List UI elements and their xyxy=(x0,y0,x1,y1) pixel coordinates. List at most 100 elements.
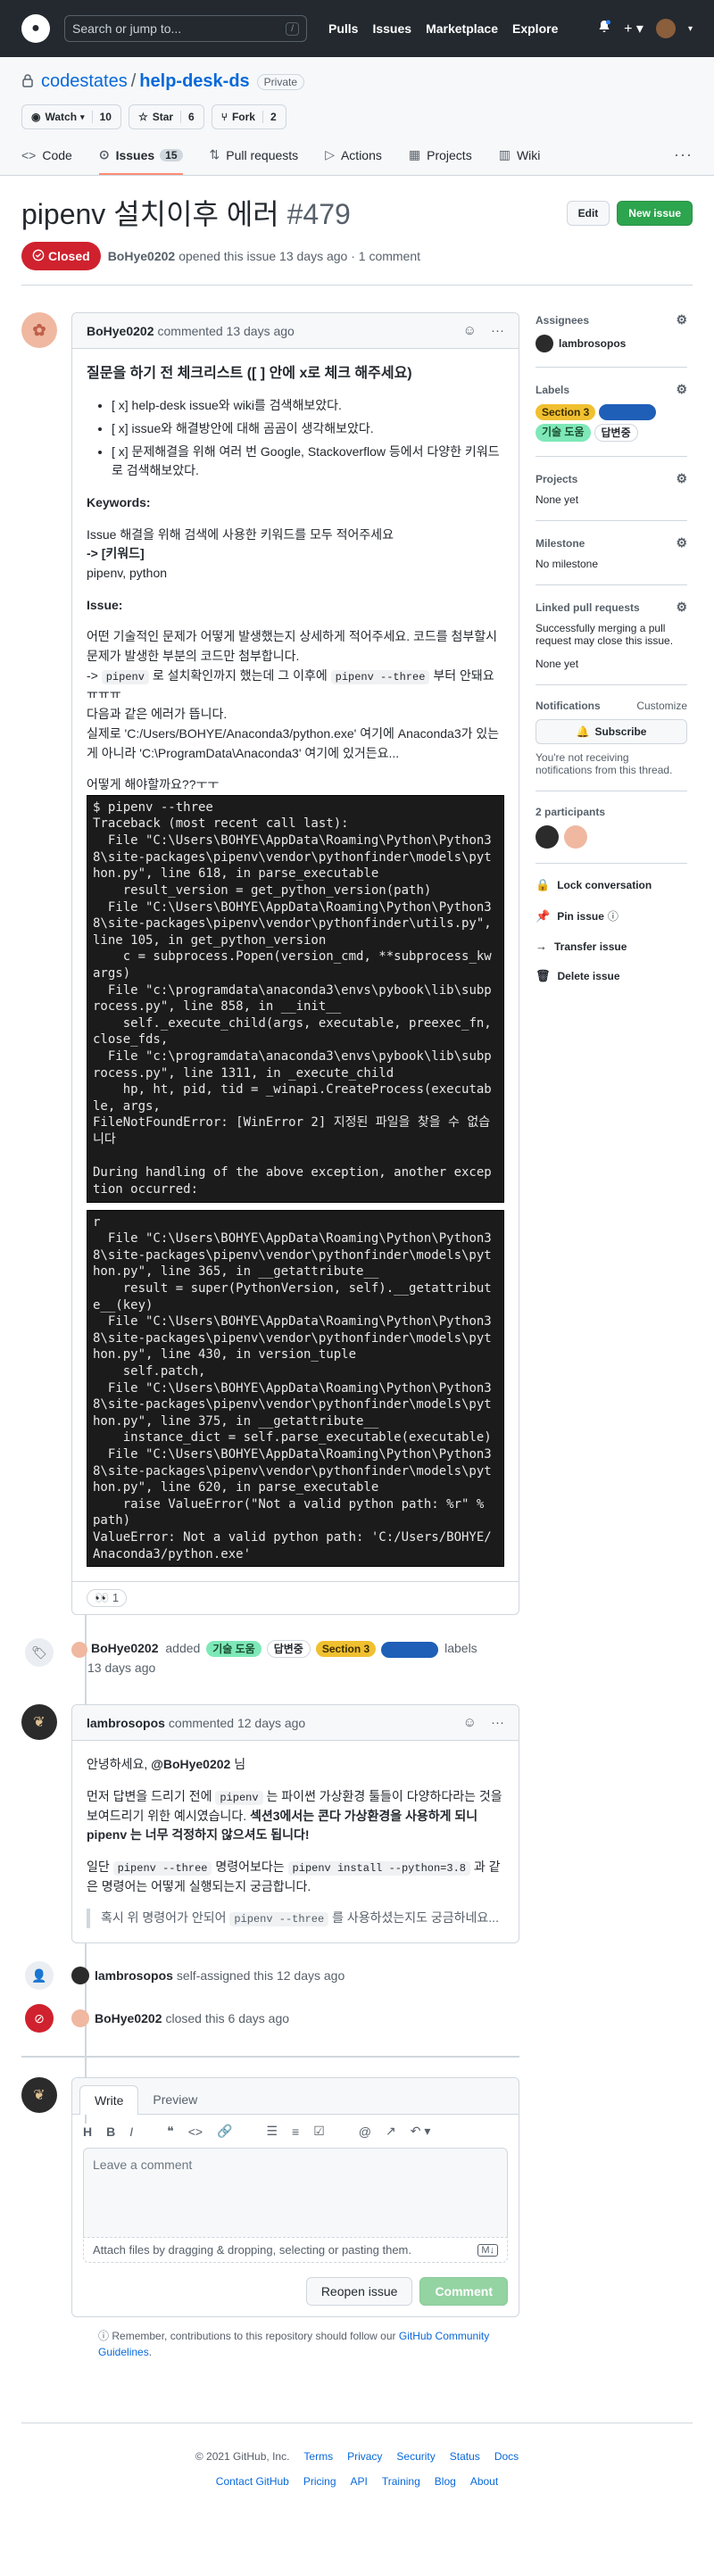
reaction-button[interactable]: 👀 1 xyxy=(87,1589,128,1608)
cross-reference-icon[interactable]: ↗ xyxy=(386,2124,396,2139)
repo-owner-link[interactable]: codestates xyxy=(41,71,128,92)
event-time[interactable]: 13 days ago xyxy=(87,1661,155,1675)
footer-link[interactable]: Pricing xyxy=(303,2475,336,2488)
comment-textarea[interactable]: Leave a comment xyxy=(83,2148,508,2238)
footer-link[interactable]: Security xyxy=(396,2450,435,2463)
sidebar-title[interactable]: Milestone ⚙ xyxy=(536,535,687,551)
customize-link[interactable]: Customize xyxy=(636,700,687,712)
user-mention[interactable]: @BoHye0202 xyxy=(151,1757,230,1771)
fork-count[interactable]: 2 xyxy=(262,111,277,123)
kebab-icon[interactable]: ··· xyxy=(491,323,504,338)
smiley-icon[interactable]: ☺ xyxy=(463,1715,477,1730)
sidebar-title[interactable]: Assignees ⚙ xyxy=(536,312,687,327)
footer-link[interactable]: Terms xyxy=(303,2450,333,2463)
comment-time[interactable]: commented 12 days ago xyxy=(169,1716,305,1730)
bell-icon[interactable] xyxy=(597,20,611,38)
avatar[interactable] xyxy=(536,825,559,849)
task-list-icon[interactable]: ☑ xyxy=(313,2124,325,2139)
markdown-icon[interactable]: M↓ xyxy=(477,2243,498,2257)
footer-link[interactable]: Docs xyxy=(494,2450,519,2463)
label-answering[interactable]: 답변중 xyxy=(266,1640,311,1659)
tab-write[interactable]: Write xyxy=(79,2085,139,2116)
user-avatar[interactable] xyxy=(655,19,676,38)
comment-author[interactable]: lambrosopos xyxy=(87,1716,165,1730)
footer-link[interactable]: Training xyxy=(382,2475,420,2488)
tab-code[interactable]: <> Code xyxy=(21,148,72,175)
star-count[interactable]: 6 xyxy=(180,111,195,123)
watch-button[interactable]: ◉ Watch ▾ 10 xyxy=(21,104,121,129)
event-author[interactable]: BoHye0202 xyxy=(95,2011,162,2025)
tab-preview[interactable]: Preview xyxy=(138,2085,212,2114)
avatar[interactable]: ✿ xyxy=(21,312,57,349)
comment-button[interactable]: Comment xyxy=(419,2277,508,2307)
reopen-issue-button[interactable]: Reopen issue xyxy=(305,2277,413,2307)
watch-count[interactable]: 10 xyxy=(91,111,112,123)
delete-issue-link[interactable]: 🗑 Delete issue xyxy=(536,969,687,983)
caret-down-icon[interactable]: ▾ xyxy=(688,24,693,34)
repo-name-link[interactable]: help-desk-ds xyxy=(139,71,249,92)
search-input[interactable]: Search or jump to... / xyxy=(64,15,307,42)
avatar[interactable] xyxy=(564,825,587,849)
issue-author-link[interactable]: BoHye0202 xyxy=(108,249,176,263)
lock-conversation-link[interactable]: 🔒 Lock conversation xyxy=(536,878,687,892)
comment-author[interactable]: BoHye0202 xyxy=(87,324,154,338)
transfer-issue-link[interactable]: → Transfer issue xyxy=(536,940,687,953)
attach-files-bar[interactable]: Attach files by dragging & dropping, sel… xyxy=(83,2237,508,2264)
avatar[interactable]: ❦ xyxy=(21,1704,57,1741)
gear-icon[interactable]: ⚙ xyxy=(676,382,687,397)
reply-icon[interactable]: ↶ ▾ xyxy=(411,2124,431,2139)
nav-pulls[interactable]: Pulls xyxy=(328,21,358,36)
assignee[interactable]: lambrosopos xyxy=(536,335,687,353)
gear-icon[interactable]: ⚙ xyxy=(676,535,687,551)
mention-icon[interactable]: @ xyxy=(359,2125,371,2139)
bullet-list-icon[interactable]: ☰ xyxy=(266,2124,278,2139)
link-icon[interactable]: 🔗 xyxy=(217,2124,232,2139)
label-section-3[interactable]: Section 3 xyxy=(536,404,596,421)
footer-link[interactable]: Privacy xyxy=(347,2450,382,2463)
heading-icon[interactable]: H xyxy=(83,2125,92,2139)
tab-issues[interactable]: ⊙ Issues 15 xyxy=(98,147,183,175)
sidebar-title[interactable]: Projects ⚙ xyxy=(536,471,687,486)
avatar[interactable] xyxy=(71,1641,87,1658)
italic-icon[interactable]: I xyxy=(129,2125,133,2139)
code-icon[interactable]: <> xyxy=(188,2125,203,2139)
plus-dropdown-icon[interactable]: + ▾ xyxy=(624,20,643,37)
kebab-icon[interactable]: ··· xyxy=(491,1715,504,1730)
nav-marketplace[interactable]: Marketplace xyxy=(426,21,498,36)
label-answering[interactable]: 답변중 xyxy=(594,424,638,443)
numbered-list-icon[interactable]: ≡ xyxy=(292,2125,299,2139)
label-tech-help[interactable]: 기술 도움 xyxy=(206,1641,262,1658)
footer-link[interactable]: API xyxy=(351,2475,368,2488)
footer-link[interactable]: Contact GitHub xyxy=(216,2475,289,2488)
footer-link[interactable]: About xyxy=(470,2475,498,2488)
label-section-3[interactable]: Section 3 xyxy=(315,1641,377,1658)
gear-icon[interactable]: ⚙ xyxy=(676,312,687,327)
label-blue[interactable] xyxy=(381,1641,439,1658)
nav-explore[interactable]: Explore xyxy=(512,21,558,36)
more-options-icon[interactable]: ··· xyxy=(674,145,693,175)
fork-button[interactable]: ⑂ Fork 2 xyxy=(211,104,286,129)
new-issue-button[interactable]: New issue xyxy=(617,201,693,226)
star-button[interactable]: ☆ Star 6 xyxy=(128,104,204,129)
sidebar-title[interactable]: Linked pull requests ⚙ xyxy=(536,600,687,615)
nav-issues[interactable]: Issues xyxy=(372,21,411,36)
avatar[interactable] xyxy=(71,1967,89,1985)
github-logo-icon[interactable]: ● xyxy=(21,14,50,43)
gear-icon[interactable]: ⚙ xyxy=(676,600,687,615)
label-blue[interactable] xyxy=(599,404,657,421)
event-author[interactable]: BoHye0202 xyxy=(91,1641,159,1655)
comment-time[interactable]: commented 13 days ago xyxy=(158,324,295,338)
smiley-icon[interactable]: ☺ xyxy=(463,323,477,338)
bold-icon[interactable]: B xyxy=(106,2125,115,2139)
edit-button[interactable]: Edit xyxy=(566,201,610,226)
footer-link[interactable]: Status xyxy=(450,2450,480,2463)
footer-link[interactable]: Blog xyxy=(435,2475,456,2488)
tab-wiki[interactable]: ▥ Wiki xyxy=(499,147,541,175)
tab-pull-requests[interactable]: ⇅ Pull requests xyxy=(210,147,299,175)
tab-projects[interactable]: ▦ Projects xyxy=(409,147,472,175)
avatar[interactable] xyxy=(71,2009,89,2028)
pin-issue-link[interactable]: 📌 Pin issue ⓘ xyxy=(536,908,687,924)
sidebar-title[interactable]: Labels ⚙ xyxy=(536,382,687,397)
avatar[interactable]: ❦ xyxy=(21,2077,57,2114)
subscribe-button[interactable]: 🔔 Subscribe xyxy=(536,719,687,745)
